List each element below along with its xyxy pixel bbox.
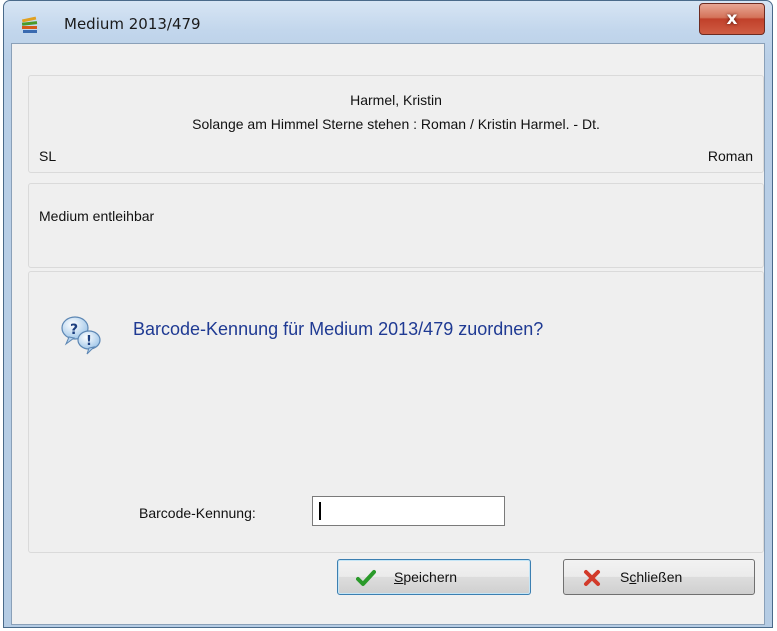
status-panel: Medium entleihbar [28,183,764,268]
close-label-rest: hließen [636,569,683,585]
barcode-panel: ? ! Barcode-Kennung für Medium 2013/479 … [28,271,764,553]
cross-icon [584,570,600,586]
window-close-button[interactable]: x [699,3,765,35]
checkmark-icon [356,570,376,586]
media-info-panel: Harmel, Kristin Solange am Himmel Sterne… [28,75,764,173]
text-caret [319,502,321,520]
question-text: Barcode-Kennung für Medium 2013/479 zuor… [133,319,544,339]
save-mnemonic: S [394,569,404,585]
barcode-label: Barcode-Kennung: [139,505,256,521]
svg-text:?: ? [70,322,78,338]
svg-text:!: ! [86,334,92,349]
status-text: Medium entleihbar [39,208,155,224]
dialog-client-area: Harmel, Kristin Solange am Himmel Sterne… [11,43,765,625]
save-label-rest: peichern [403,569,458,585]
title-bar[interactable]: Medium 2013/479 x [4,1,772,43]
close-button[interactable]: Schließen [563,559,755,595]
save-button-label: Speichern [394,569,457,585]
barcode-input[interactable] [312,496,505,526]
question-bubbles-icon: ? ! [61,316,101,355]
media-title: Solange am Himmel Sterne stehen : Roman … [192,116,600,132]
window-title: Medium 2013/479 [64,15,201,33]
close-button-label: Schließen [620,569,682,585]
close-label-pre: S [620,569,630,585]
books-icon [21,16,38,33]
dialog-window: Medium 2013/479 x Harmel, Kristin Solang… [3,0,773,628]
media-code: SL [39,148,57,164]
media-genre: Roman [707,148,753,164]
save-button[interactable]: Speichern [337,559,531,595]
media-author: Harmel, Kristin [350,92,442,108]
